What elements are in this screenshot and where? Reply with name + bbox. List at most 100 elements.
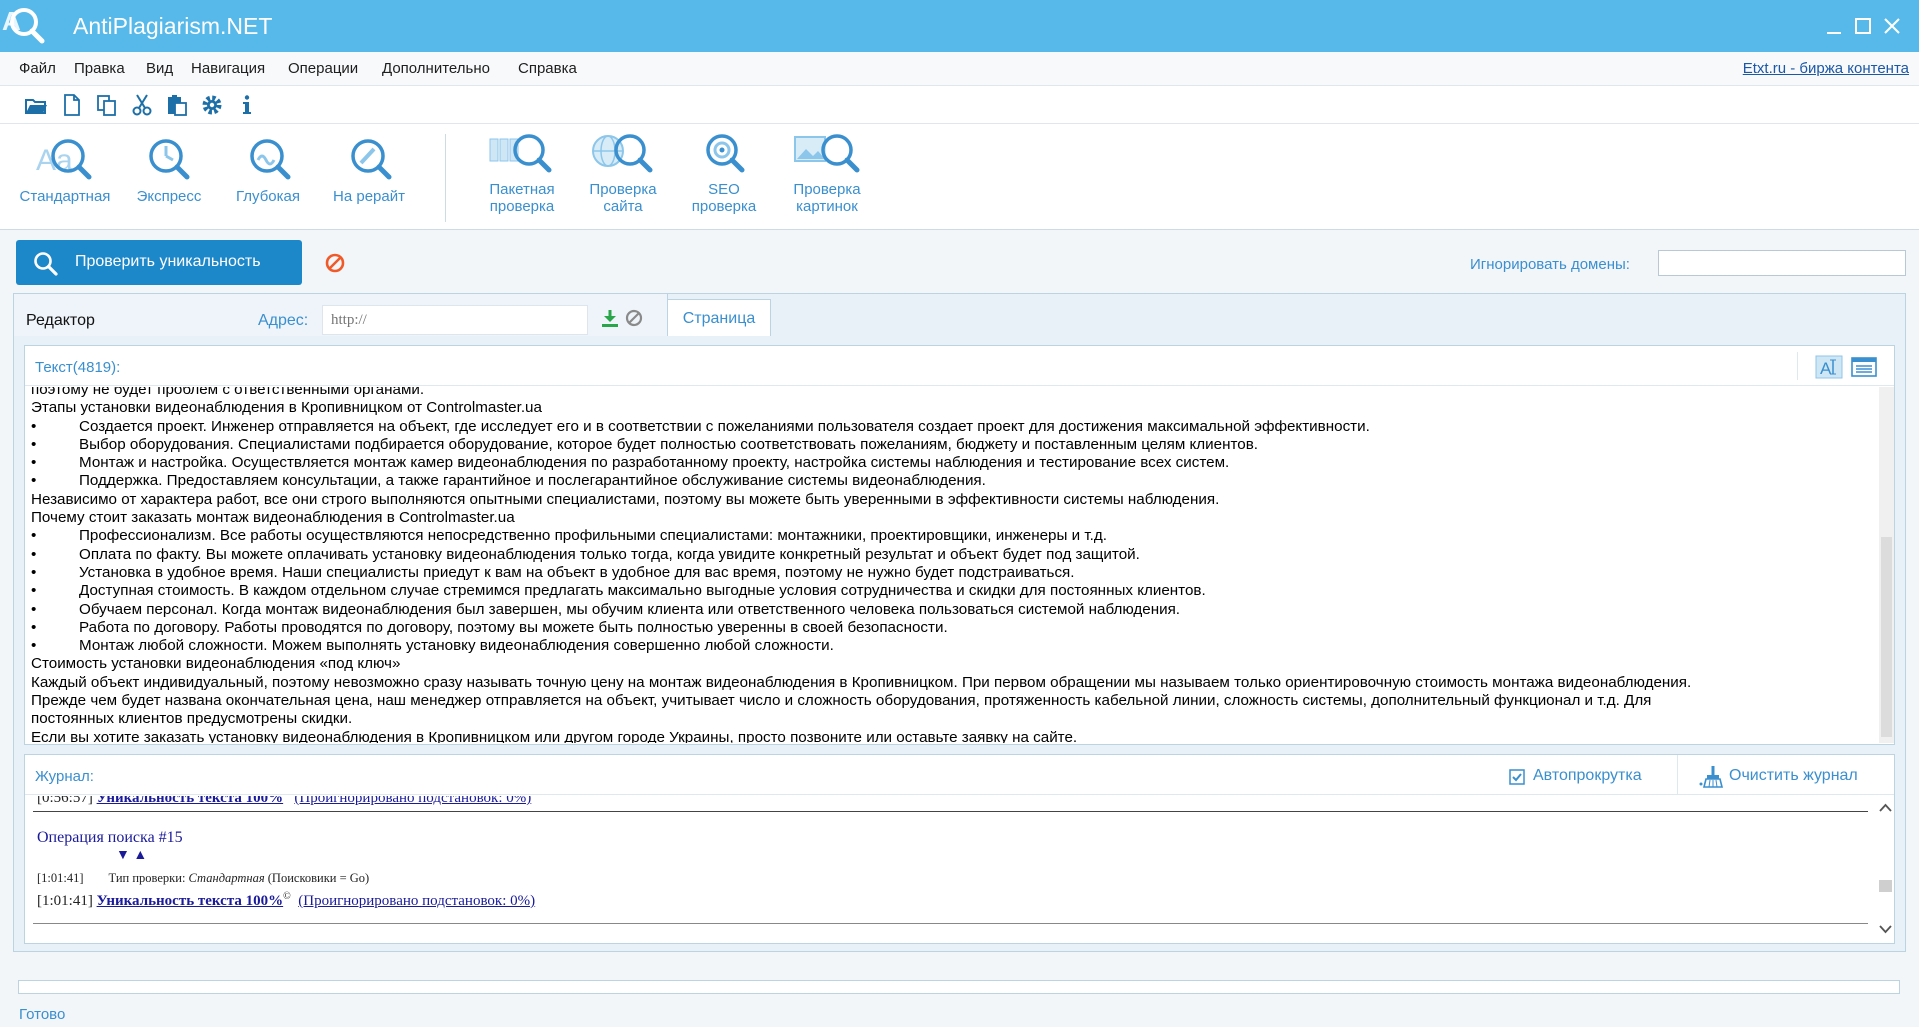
menu-file[interactable]: Файл xyxy=(19,60,56,77)
check-uniqueness-button[interactable]: Проверить уникальность xyxy=(16,240,302,285)
journal-header: Журнал: Автопрокрутка Очистить журнал xyxy=(25,755,1894,795)
text-list-icon[interactable] xyxy=(1851,357,1877,380)
journal-scrollbar[interactable] xyxy=(1877,796,1894,943)
maximize-icon[interactable] xyxy=(1851,14,1875,38)
journal-title: Журнал: xyxy=(35,768,94,785)
ribbon-label-2: сайта xyxy=(603,198,643,215)
site-check-button[interactable]: Проверка сайта xyxy=(577,131,669,215)
new-document-icon[interactable] xyxy=(60,93,84,117)
text-line: • Поддержка. Предоставляем консультации, … xyxy=(31,472,1874,490)
check-express-button[interactable]: Экспресс xyxy=(128,134,210,205)
express-clock-icon xyxy=(149,139,190,180)
journal-ignored-link[interactable]: (Проигнорировано подстановок: 0%) xyxy=(298,893,535,909)
seo-check-button[interactable]: SEO проверка xyxy=(678,131,770,215)
text-line: • Монтаж любой сложности. Можем выполнять… xyxy=(31,637,1874,655)
journal-scrollbar-thumb[interactable] xyxy=(1879,880,1892,892)
expand-collapse-arrows[interactable]: ▼ ▲ xyxy=(116,848,147,864)
search-icon xyxy=(34,252,58,276)
journal-result-line: [1:01:41] Уникальность текста 100%© (Про… xyxy=(37,891,535,910)
tab-editor[interactable]: Редактор Адрес: xyxy=(14,294,668,336)
scroll-down-icon[interactable] xyxy=(1878,923,1893,937)
batch-files-icon xyxy=(489,134,552,173)
ribbon-label-2: проверка xyxy=(489,198,555,215)
rewrite-pencil-icon xyxy=(351,139,392,180)
journal-prev-ignored-link[interactable]: (Проигнорировано подстановок: 0%) xyxy=(294,796,531,806)
text-line: • Работа по договору. Работы проводятся п… xyxy=(31,619,1874,637)
address-input[interactable] xyxy=(322,305,588,335)
clear-journal-button[interactable]: Очистить журнал xyxy=(1729,767,1858,785)
text-line: Этапы установки видеонаблюдения в Кропив… xyxy=(31,399,542,417)
journal-prev-entry: [0:56:57] Уникальность текста 100% (Прои… xyxy=(37,796,531,807)
ribbon-label: Экспресс xyxy=(136,188,202,205)
ribbon-label: Глубокая xyxy=(236,188,300,205)
paste-icon[interactable] xyxy=(165,93,189,117)
journal-detail-label: Тип проверки: xyxy=(108,871,186,885)
menu-bar: Файл Правка Вид Навигация Операции Допол… xyxy=(0,52,1919,86)
journal-prev-result-link[interactable]: Уникальность текста 100% xyxy=(97,796,284,806)
text-line-content: Монтаж любой сложности. Можем выполнять … xyxy=(79,637,834,655)
etxt-link[interactable]: Etxt.ru - биржа контента xyxy=(1743,60,1909,77)
ribbon-label-2: картинок xyxy=(796,198,858,215)
stop-check-icon[interactable] xyxy=(324,252,346,277)
tab-page[interactable]: Страница xyxy=(667,299,771,336)
text-line: • Выбор оборудования. Специалистами подби… xyxy=(31,436,1874,454)
scroll-up-icon[interactable] xyxy=(1878,800,1893,814)
text-line: • Создается проект. Инженер отправляется … xyxy=(31,418,1874,436)
ignore-domains-input[interactable] xyxy=(1658,250,1906,276)
journal-detail-line: [1:01:41] Тип проверки: Стандартная (Пои… xyxy=(37,871,369,886)
image-check-button[interactable]: Проверка картинок xyxy=(778,131,876,215)
text-scrollbar-thumb[interactable] xyxy=(1881,537,1892,737)
journal-divider-bottom xyxy=(33,923,1868,924)
ribbon-label: SEO xyxy=(708,181,740,198)
quick-toolbar xyxy=(0,86,1919,124)
download-icon[interactable] xyxy=(600,308,620,331)
seo-check-icon xyxy=(706,134,745,173)
autoscroll-checkbox[interactable] xyxy=(1509,769,1525,788)
journal-content: [0:56:57] Уникальность текста 100% (Прои… xyxy=(25,796,1875,943)
journal-result-link[interactable]: Уникальность текста 100% xyxy=(97,893,284,909)
status-bar: Готово xyxy=(0,1000,1919,1027)
open-folder-icon[interactable] xyxy=(24,93,48,117)
text-line-content: Монтаж и настройка. Осуществляется монта… xyxy=(79,454,1230,472)
text-scrollbar[interactable] xyxy=(1879,387,1894,743)
text-count-label: Текст(4819): xyxy=(35,359,121,376)
check-deep-button[interactable]: Глубокая xyxy=(225,134,311,205)
menu-edit[interactable]: Правка xyxy=(74,60,125,77)
text-editor-box: Текст(4819): A поэтому не будет проблем … xyxy=(24,345,1895,745)
menu-additional[interactable]: Дополнительно xyxy=(382,60,490,77)
minimize-icon[interactable] xyxy=(1822,14,1846,38)
menu-view[interactable]: Вид xyxy=(146,60,173,77)
editor-tab-label: Редактор xyxy=(26,312,95,329)
broom-icon[interactable] xyxy=(1698,764,1724,791)
check-standard-button[interactable]: Aa Стандартная xyxy=(14,134,116,205)
copy-icon[interactable] xyxy=(95,93,119,117)
text-line: Прежде чем будет названа окончательная ц… xyxy=(31,692,1652,710)
main-panel: Редактор Адрес: Страница Текст(4819): A … xyxy=(13,293,1906,952)
header-separator xyxy=(1797,352,1798,380)
clear-address-icon[interactable] xyxy=(625,309,643,330)
globe-check-icon xyxy=(592,134,653,173)
info-icon[interactable] xyxy=(235,93,259,117)
journal-detail-time: [1:01:41] xyxy=(37,871,84,885)
text-line-content: Работа по договору. Работы проводятся по… xyxy=(79,618,948,636)
ribbon-label: Стандартная xyxy=(19,188,111,205)
menu-operations[interactable]: Операции xyxy=(288,60,358,77)
check-rewrite-button[interactable]: На рерайт xyxy=(320,134,418,205)
journal-separator xyxy=(1677,755,1678,795)
check-uniqueness-label: Проверить уникальность xyxy=(75,253,261,270)
menu-help[interactable]: Справка xyxy=(518,60,577,77)
cut-icon[interactable] xyxy=(130,93,154,117)
batch-check-button[interactable]: Пакетная проверка xyxy=(474,131,570,215)
text-line-content: Выбор оборудования. Специалистами подбир… xyxy=(79,435,1258,453)
menu-navigation[interactable]: Навигация xyxy=(191,60,265,77)
autoscroll-label[interactable]: Автопрокрутка xyxy=(1533,767,1642,785)
settings-gear-icon[interactable] xyxy=(200,93,224,117)
close-icon[interactable] xyxy=(1880,14,1904,38)
text-mode-icon[interactable]: A xyxy=(1815,355,1843,382)
image-check-icon xyxy=(794,134,860,173)
deep-check-icon xyxy=(250,139,291,180)
text-content[interactable]: поэтому не будет проблем с ответственным… xyxy=(31,387,1874,743)
text-line: Независимо от характера работ, все они с… xyxy=(31,490,1220,508)
text-line-content: Поддержка. Предоставляем консультации, а… xyxy=(79,472,986,490)
operation-title: Операция поиска #15 xyxy=(37,829,183,846)
